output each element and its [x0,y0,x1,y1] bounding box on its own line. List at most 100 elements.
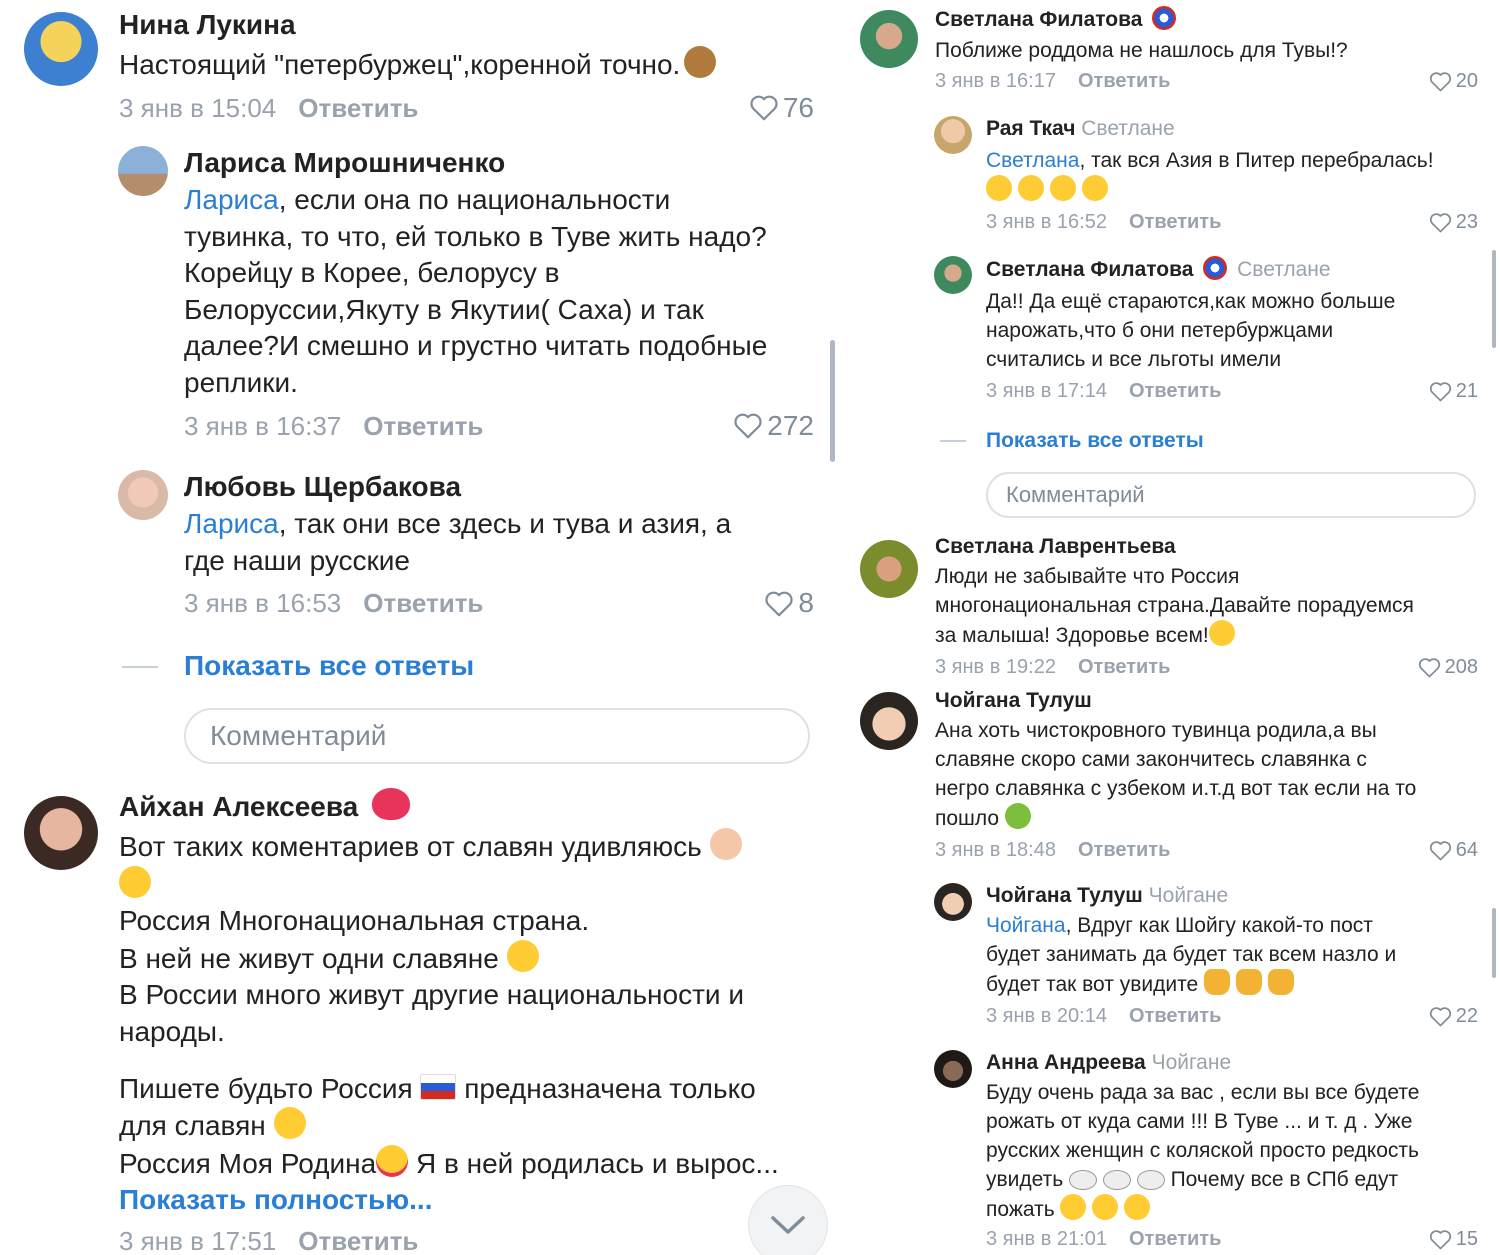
sleepy-emoji-icon [1092,1194,1119,1220]
avatar[interactable] [118,470,168,520]
show-more-link[interactable]: Показать полностью... [119,1184,432,1215]
like-count: 208 [1444,656,1478,678]
scroll-down-button[interactable] [748,1185,828,1255]
comment-date[interactable]: 3 янв в 17:51 [119,1226,276,1255]
comment-author[interactable]: Светлана Филатова [935,8,1142,31]
like-count: 272 [767,409,814,441]
avatar[interactable] [934,883,972,921]
heart-icon [1429,1229,1451,1249]
chevron-down-icon [771,1216,805,1234]
avatar[interactable] [118,146,168,196]
reply-button[interactable]: Ответить [1129,1228,1221,1250]
like-count: 22 [1455,1005,1478,1027]
scrollbar[interactable] [830,340,835,462]
mention-link[interactable]: Лариса [184,184,279,215]
comment-author[interactable]: Нина Лукина [119,9,296,40]
avatar[interactable] [860,540,918,598]
comment-date[interactable]: 3 янв в 16:53 [184,588,341,618]
like-button[interactable]: 64 [1429,837,1478,863]
like-count: 23 [1455,211,1478,233]
comment-author[interactable]: Любовь Щербакова [184,471,461,502]
sleepy-emoji-icon [1124,1194,1151,1220]
sleepy-emoji-icon [1060,1194,1087,1220]
avatar[interactable] [860,692,918,750]
reply-button[interactable]: Ответить [298,93,418,123]
reply-button[interactable]: Ответить [1129,380,1221,402]
show-all-replies-button[interactable]: Показать все ответы [122,650,474,682]
comment-date[interactable]: 3 янв в 18:48 [935,839,1056,861]
comment-date[interactable]: 3 янв в 16:17 [935,70,1056,92]
reply-to-label[interactable]: Чойгане [1152,1051,1232,1074]
avatar[interactable] [934,256,972,294]
comment-author[interactable]: Рая Ткач [986,117,1075,140]
mention-link[interactable]: Чойгана [986,914,1066,937]
comment-date[interactable]: 3 янв в 16:52 [986,211,1107,233]
heart-icon [765,591,793,616]
comment-text: Лариса, если она по национальности тувин… [184,184,768,398]
comment-date[interactable]: 3 янв в 20:14 [986,1005,1107,1027]
comment-author[interactable]: Чойгана Тулуш [986,884,1143,907]
comment-input[interactable]: Комментарий [986,472,1476,518]
kiss-emoji-icon [1208,620,1235,646]
like-count: 15 [1455,1228,1478,1250]
reply-button[interactable]: Ответить [1129,211,1221,233]
reply-button[interactable]: Ответить [1078,70,1170,92]
like-count: 76 [782,91,814,123]
like-button[interactable]: 21 [1429,378,1478,404]
reply-to-label[interactable]: Светлане [1237,258,1330,281]
reply-button[interactable]: Ответить [1129,1005,1221,1027]
heart-icon [1429,212,1451,232]
avatar[interactable] [860,10,918,68]
heart-eyes-emoji-icon [376,1144,409,1177]
avatar[interactable] [24,12,98,86]
avatar[interactable] [934,116,972,154]
reply-button[interactable]: Ответить [298,1226,418,1255]
like-button[interactable]: 15 [1429,1226,1478,1252]
comment-text: Светлана, так вся Азия в Питер перебрала… [986,146,1478,205]
heart-emoji-icon [372,788,411,820]
comment-input[interactable]: Комментарий [184,708,810,764]
heart-icon [1418,657,1440,677]
avatar[interactable] [934,1050,972,1088]
comment-author[interactable]: Анна Андреева [986,1051,1146,1074]
reply-button[interactable]: Ответить [363,588,483,618]
like-button[interactable]: 208 [1418,654,1478,680]
comment-author[interactable]: Светлана Лаврентьева [935,535,1176,558]
reply-to-label[interactable]: Светлане [1081,117,1174,140]
scrollbar[interactable] [1492,250,1496,348]
woman-emoji-icon [709,828,742,860]
comment-author[interactable]: Светлана Филатова [986,258,1193,281]
like-button[interactable]: 8 [764,587,814,619]
scrollbar[interactable] [1492,908,1496,978]
reply-button[interactable]: Ответить [1078,656,1170,678]
like-button[interactable]: 22 [1429,1003,1478,1029]
comment-date[interactable]: 3 янв в 17:14 [986,380,1107,402]
comment-date[interactable]: 3 янв в 16:37 [184,411,341,441]
divider [122,666,158,668]
nauseated-emoji-icon [1004,803,1031,829]
comment-date[interactable]: 3 янв в 19:22 [935,656,1056,678]
like-button[interactable]: 23 [1429,209,1478,235]
like-button[interactable]: 76 [749,92,814,124]
comment-date[interactable]: 3 янв в 15:04 [119,93,276,123]
like-button[interactable]: 20 [1429,68,1478,94]
show-all-replies-button[interactable]: Показать все ответы [940,429,1204,453]
comment-text: Настоящий "петербуржец",коренной точно. [119,46,814,84]
reply-button[interactable]: Ответить [1078,839,1170,861]
comment-author[interactable]: Айхан Алексеева [119,791,358,822]
heart-icon [1429,381,1451,401]
comment-author[interactable]: Чойгана Тулуш [935,689,1092,712]
reply-to-label[interactable]: Чойгане [1149,884,1229,907]
comment-text: Лариса, так они все здесь и тува и азия,… [184,508,732,576]
captain-america-emoji-icon [1203,256,1228,280]
comment-text: Чойгана, Вдруг как Шойгу какой-то пост б… [986,914,1397,996]
comment-text: Люди не забывайте что Россия многонацион… [935,565,1414,647]
reply-button[interactable]: Ответить [363,411,483,441]
comment-date[interactable]: 3 янв в 21:01 [986,1228,1107,1250]
mention-link[interactable]: Светлана [986,149,1079,172]
comment-author[interactable]: Лариса Мирошниченко [184,147,505,178]
rofl-emoji-icon [1017,175,1044,201]
mention-link[interactable]: Лариса [184,508,279,539]
avatar[interactable] [24,796,98,870]
like-button[interactable]: 272 [733,410,814,442]
